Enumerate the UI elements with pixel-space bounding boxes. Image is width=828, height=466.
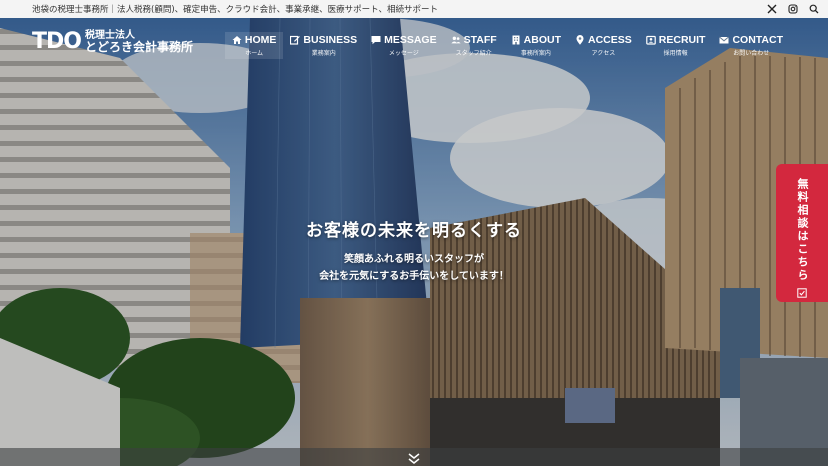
- map-pin-icon: [576, 35, 584, 45]
- nav-item-home[interactable]: HOME ホーム: [224, 32, 284, 59]
- free-consultation-tab[interactable]: 無料相談はこちら: [776, 164, 828, 302]
- nav-item-business[interactable]: BUSINESS 業務案内: [283, 32, 364, 59]
- nav-sublabel: アクセス: [591, 50, 616, 57]
- nav-label: ABOUT: [523, 34, 562, 46]
- nav-sublabel: メッセージ: [388, 50, 419, 57]
- hero-section: TDO 税理士法人 とどろき会計事務所 HOME ホーム BUSINESS 業務…: [0, 18, 828, 466]
- hero-subtitle-line1: 笑顔あふれる明るいスタッフが: [344, 254, 484, 265]
- nav-label: HOME: [244, 34, 277, 46]
- top-info-bar: 池袋の税理士事務所｜法人税務(顧問)、確定申告、クラウド会計、事業承継、医療サポ…: [0, 0, 828, 18]
- building-icon: [512, 35, 520, 45]
- nav-sublabel: 採用情報: [663, 50, 688, 57]
- id-card-icon: [645, 35, 656, 45]
- topbar-tagline: 池袋の税理士事務所｜法人税務(顧問)、確定申告、クラウド会計、事業承継、医療サポ…: [32, 5, 438, 15]
- nav-sublabel: ホーム: [245, 50, 264, 57]
- search-icon[interactable]: [808, 3, 820, 15]
- nav-item-staff[interactable]: STAFF スタッフ紹介: [444, 32, 504, 59]
- nav-label: STAFF: [463, 34, 497, 46]
- topbar-icons: [766, 3, 820, 15]
- home-icon: [232, 36, 242, 44]
- nav-label: RECRUIT: [658, 34, 706, 46]
- external-link-icon: [797, 288, 807, 298]
- hero-title: お客様の未来を明るくする: [306, 221, 522, 241]
- hero-overlay: [0, 18, 828, 466]
- nav-label: BUSINESS: [303, 34, 358, 46]
- logo-line2: とどろき会計事務所: [84, 40, 193, 54]
- scroll-down-icon[interactable]: [407, 452, 421, 466]
- site-logo[interactable]: TDO 税理士法人 とどろき会計事務所: [32, 30, 193, 54]
- hero-subtitle-line2: 会社を元気にするお手伝いをしています！: [319, 271, 509, 282]
- chat-icon: [371, 36, 381, 45]
- logo-mark: TDO: [32, 29, 82, 55]
- nav-label: ACCESS: [588, 34, 632, 46]
- logo-text: 税理士法人 とどろき会計事務所: [85, 30, 193, 54]
- nav-sublabel: お問い合わせ: [733, 50, 770, 57]
- x-icon[interactable]: [766, 3, 778, 15]
- nav-sublabel: 業務案内: [311, 50, 336, 57]
- nav-item-recruit[interactable]: RECRUIT 採用情報: [639, 32, 713, 59]
- nav-label: MESSAGE: [384, 34, 437, 46]
- nav-item-about[interactable]: ABOUT 事務所案内: [504, 32, 568, 59]
- users-icon: [451, 36, 461, 44]
- instagram-icon[interactable]: [787, 3, 799, 15]
- mail-icon: [719, 36, 730, 44]
- nav-item-contact[interactable]: CONTACT お問い合わせ: [712, 32, 790, 59]
- edit-icon: [290, 35, 301, 45]
- consultation-label: 無料相談はこちら: [796, 178, 809, 282]
- nav-sublabel: スタッフ紹介: [455, 50, 492, 57]
- nav-item-message[interactable]: MESSAGE メッセージ: [364, 32, 444, 59]
- main-nav: HOME ホーム BUSINESS 業務案内 MESSAGE メッセージ STA…: [224, 32, 790, 59]
- nav-sublabel: 事務所案内: [520, 50, 551, 57]
- nav-item-access[interactable]: ACCESS アクセス: [568, 32, 639, 59]
- nav-label: CONTACT: [732, 34, 783, 46]
